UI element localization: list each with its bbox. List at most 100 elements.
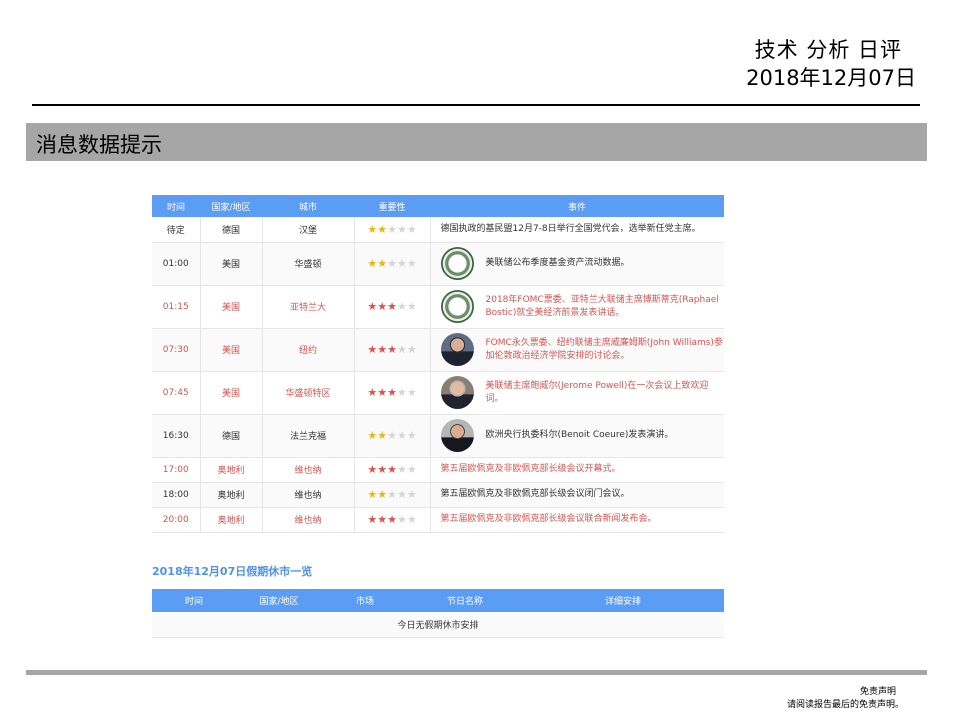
event-city: 亚特兰大	[262, 285, 355, 329]
event-cell: 第五届欧佩克及非欧佩克部长级会议联合新闻发布会。	[430, 507, 724, 533]
event-row: 待定 德国 汉堡 ★★★★★ 德国执政的基民盟12月7-8日举行全国党代会，选举新任党主…	[152, 217, 724, 243]
star-rating: ★★★★★	[367, 223, 416, 236]
events-header-row: 时间 国家/地区 城市 重要性 事件	[152, 195, 724, 217]
star-filled-icon: ★	[377, 300, 388, 313]
event-city: 汉堡	[262, 217, 355, 243]
event-country: 奥地利	[200, 457, 263, 483]
event-text: FOMC永久票委、纽约联储主席威廉姆斯(John Williams)参加伦敦政治…	[485, 337, 723, 361]
star-rating: ★★★★★	[367, 513, 416, 526]
event-text: 第五届欧佩克及非欧佩克部长级会议联合新闻发布会。	[440, 514, 657, 524]
star-filled-icon: ★	[387, 300, 397, 313]
event-cell: 2018年FOMC票委、亚特兰大联储主席博斯蒂克(Raphael Bostic)…	[430, 285, 724, 329]
star-empty-icon: ★	[396, 463, 407, 476]
disclaimer-title: 免责声明	[859, 687, 896, 697]
star-filled-icon: ★	[387, 343, 397, 356]
importance-stars: ★★★★★	[354, 371, 431, 415]
star-empty-icon: ★	[406, 300, 417, 313]
star-rating: ★★★★★	[367, 429, 416, 442]
speaker-avatar	[440, 419, 474, 452]
star-rating: ★★★★★	[367, 463, 416, 476]
holiday-empty-text: 今日无假期休市安排	[152, 611, 724, 638]
star-empty-icon: ★	[396, 257, 407, 270]
event-city: 纽约	[262, 328, 355, 372]
star-empty-icon: ★	[396, 513, 407, 526]
calendar-panel: 时间 国家/地区 城市 重要性 事件 待定 德国 汉堡 ★★★★★ 德国执政的基民盟12…	[152, 195, 724, 638]
event-city: 维也纳	[262, 482, 355, 508]
event-country: 美国	[200, 285, 263, 329]
col-importance: 重要性	[354, 195, 430, 217]
star-empty-icon: ★	[396, 343, 407, 356]
event-cell: 美联储主席鲍威尔(Jerome Powell)在一次会议上致欢迎词。	[430, 371, 724, 415]
star-empty-icon: ★	[406, 343, 417, 356]
col-time: 时间	[152, 195, 200, 217]
event-row: 01:15 美国 亚特兰大 ★★★★★ 2018年FOMC票委、亚特兰大联储主席博斯蒂克…	[152, 285, 724, 329]
star-filled-icon: ★	[367, 257, 378, 270]
event-city: 华盛顿	[262, 242, 355, 286]
event-row: 16:30 德国 法兰克福 ★★★★★ 欧洲央行执委科尔(Benoit Coeure)发…	[152, 414, 724, 458]
event-time: 07:30	[152, 328, 201, 372]
importance-stars: ★★★★★	[354, 482, 431, 508]
event-text: 德国执政的基民盟12月7-8日举行全国党代会，选举新任党主席。	[440, 223, 701, 234]
star-rating: ★★★★★	[367, 300, 416, 313]
star-rating: ★★★★★	[367, 257, 416, 270]
holiday-empty-row: 今日无假期休市安排	[152, 611, 724, 638]
star-empty-icon: ★	[406, 488, 417, 501]
event-row: 20:00 奥地利 维也纳 ★★★★★ 第五届欧佩克及非欧佩克部长级会议联合新闻发布会。	[152, 507, 724, 533]
star-filled-icon: ★	[377, 222, 388, 236]
event-time: 07:45	[152, 371, 201, 415]
star-filled-icon: ★	[367, 386, 378, 399]
event-country: 美国	[200, 328, 263, 372]
star-rating: ★★★★★	[367, 488, 416, 501]
event-cell: FOMC永久票委、纽约联储主席威廉姆斯(John Williams)参加伦敦政治…	[430, 328, 724, 372]
star-filled-icon: ★	[377, 488, 388, 501]
star-filled-icon: ★	[387, 513, 397, 526]
star-filled-icon: ★	[367, 222, 378, 236]
footer-bar	[26, 670, 927, 675]
star-empty-icon: ★	[406, 429, 417, 442]
event-row: 07:45 美国 华盛顿特区 ★★★★★ 美联储主席鲍威尔(Jerome Powell)…	[152, 371, 724, 415]
star-filled-icon: ★	[377, 343, 388, 356]
event-country: 奥地利	[200, 482, 263, 508]
star-filled-icon: ★	[367, 343, 378, 356]
event-time: 待定	[152, 217, 201, 243]
event-country: 德国	[200, 217, 263, 243]
star-empty-icon: ★	[406, 513, 417, 526]
star-empty-icon: ★	[387, 488, 397, 501]
star-empty-icon: ★	[396, 386, 407, 399]
event-text: 第五届欧佩克及非欧佩克部长级会议开幕式。	[440, 464, 621, 474]
event-city: 维也纳	[262, 507, 355, 533]
star-filled-icon: ★	[377, 257, 388, 270]
event-cell: 第五届欧佩克及非欧佩克部长级会议闭门会议。	[430, 482, 724, 508]
star-empty-icon: ★	[406, 257, 417, 270]
disclaimer-text: 请阅读报告最后的免责声明。	[786, 700, 904, 710]
fed-seal-icon	[440, 290, 474, 323]
star-filled-icon: ★	[367, 463, 378, 476]
event-time: 01:00	[152, 242, 201, 286]
event-country: 奥地利	[200, 507, 263, 533]
star-filled-icon: ★	[377, 429, 388, 442]
star-empty-icon: ★	[406, 222, 417, 236]
star-filled-icon: ★	[367, 300, 378, 313]
star-empty-icon: ★	[387, 222, 397, 236]
event-city: 维也纳	[262, 457, 355, 483]
events-table: 时间 国家/地区 城市 重要性 事件 待定 德国 汉堡 ★★★★★ 德国执政的基民盟12…	[152, 195, 724, 533]
event-row: 18:00 奥地利 维也纳 ★★★★★ 第五届欧佩克及非欧佩克部长级会议闭门会议。	[152, 482, 724, 508]
event-cell: 欧洲央行执委科尔(Benoit Coeure)发表演讲。	[430, 414, 724, 458]
star-rating: ★★★★★	[367, 386, 416, 399]
holiday-col-time: 时间	[152, 588, 236, 612]
event-time: 17:00	[152, 457, 201, 483]
star-rating: ★★★★★	[367, 343, 416, 356]
importance-stars: ★★★★★	[354, 242, 431, 286]
report-title: 技术 分析 日评	[754, 38, 902, 62]
star-filled-icon: ★	[387, 386, 397, 399]
event-time: 20:00	[152, 507, 201, 533]
section-title: 消息数据提示	[36, 133, 162, 157]
holiday-col-name: 节日名称	[408, 588, 522, 612]
event-cell: 美联储公布季度基金资产流动数据。	[430, 242, 724, 286]
star-filled-icon: ★	[377, 386, 388, 399]
star-filled-icon: ★	[367, 513, 378, 526]
col-city: 城市	[262, 195, 354, 217]
event-text: 2018年FOMC票委、亚特兰大联储主席博斯蒂克(Raphael Bostic)…	[485, 294, 719, 318]
event-city: 华盛顿特区	[262, 371, 355, 415]
holiday-col-detail: 详细安排	[522, 588, 724, 612]
